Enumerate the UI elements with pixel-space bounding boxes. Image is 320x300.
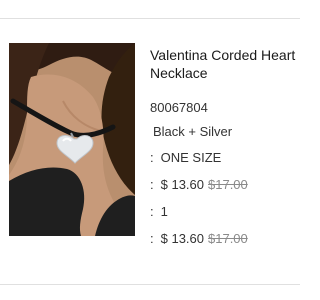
unit-price: $ 13.60 <box>160 177 204 192</box>
product-image[interactable] <box>9 43 135 236</box>
total-compare-price: $17.00 <box>208 231 248 246</box>
order-item-card: Valentina Corded Heart Necklace 80067804… <box>0 0 300 300</box>
product-size: ONE SIZE <box>160 150 222 165</box>
size-row: : ONE SIZE <box>150 150 221 166</box>
product-color: Black + Silver <box>153 124 233 139</box>
product-photo-icon <box>9 43 135 236</box>
total-price: $ 13.60 <box>160 231 204 246</box>
total-separator: : <box>150 231 154 246</box>
quantity-value: 1 <box>160 204 168 219</box>
quantity-row: :1 <box>150 204 168 220</box>
quantity-separator: : <box>150 204 154 219</box>
total-row: : $ 13.60 $17.00 <box>150 231 248 247</box>
size-separator: : <box>150 150 154 165</box>
price-row: : $ 13.60 $17.00 <box>150 177 248 193</box>
product-sku: 80067804 <box>150 100 208 115</box>
top-divider <box>0 18 300 19</box>
unit-compare-price: $17.00 <box>208 177 248 192</box>
product-details: Valentina Corded Heart Necklace 80067804… <box>150 46 296 246</box>
price-separator: : <box>150 177 154 192</box>
product-title[interactable]: Valentina Corded Heart Necklace <box>150 46 296 82</box>
bottom-divider <box>0 284 300 285</box>
